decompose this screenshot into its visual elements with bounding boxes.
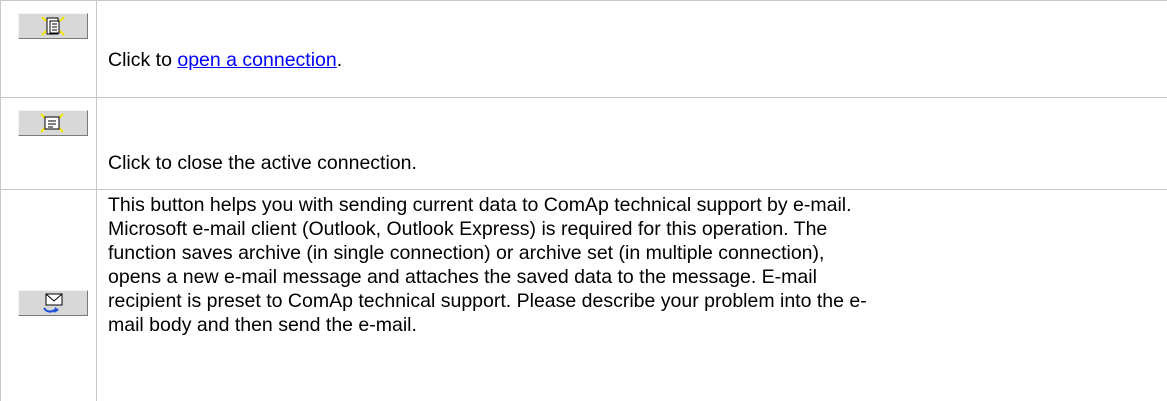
open-connection-suffix: . bbox=[336, 49, 343, 71]
send-email-button[interactable] bbox=[18, 290, 88, 316]
open-connection-icon bbox=[41, 16, 65, 36]
open-connection-prefix: Click to bbox=[108, 49, 178, 71]
open-connection-description: Click to open a connection. bbox=[108, 48, 342, 72]
close-connection-button[interactable] bbox=[18, 110, 88, 136]
close-connection-icon bbox=[40, 113, 64, 133]
toolbar-help-table: Click to open a connection. Click to clo… bbox=[0, 0, 1167, 401]
table-row-open-connection: Click to open a connection. bbox=[0, 0, 1167, 97]
send-email-description: This button helps you with sending curre… bbox=[108, 193, 867, 337]
table-row-send-email: This button helps you with sending curre… bbox=[0, 189, 1167, 401]
send-email-line: opens a new e-mail message and attaches … bbox=[108, 266, 817, 288]
close-connection-description: Click to close the active connection. bbox=[108, 152, 417, 174]
send-email-line: function saves archive (in single connec… bbox=[108, 242, 825, 264]
open-a-connection-link[interactable]: open a connection bbox=[177, 49, 336, 71]
send-email-line: Microsoft e-mail client (Outlook, Outloo… bbox=[108, 218, 828, 240]
send-email-line: recipient is preset to ComAp technical s… bbox=[108, 290, 867, 312]
open-connection-button[interactable] bbox=[18, 13, 88, 39]
send-email-icon bbox=[43, 293, 63, 313]
send-email-line: mail body and then send the e-mail. bbox=[108, 314, 417, 336]
table-row-close-connection: Click to close the active connection. bbox=[0, 97, 1167, 189]
send-email-line: This button helps you with sending curre… bbox=[108, 194, 852, 216]
